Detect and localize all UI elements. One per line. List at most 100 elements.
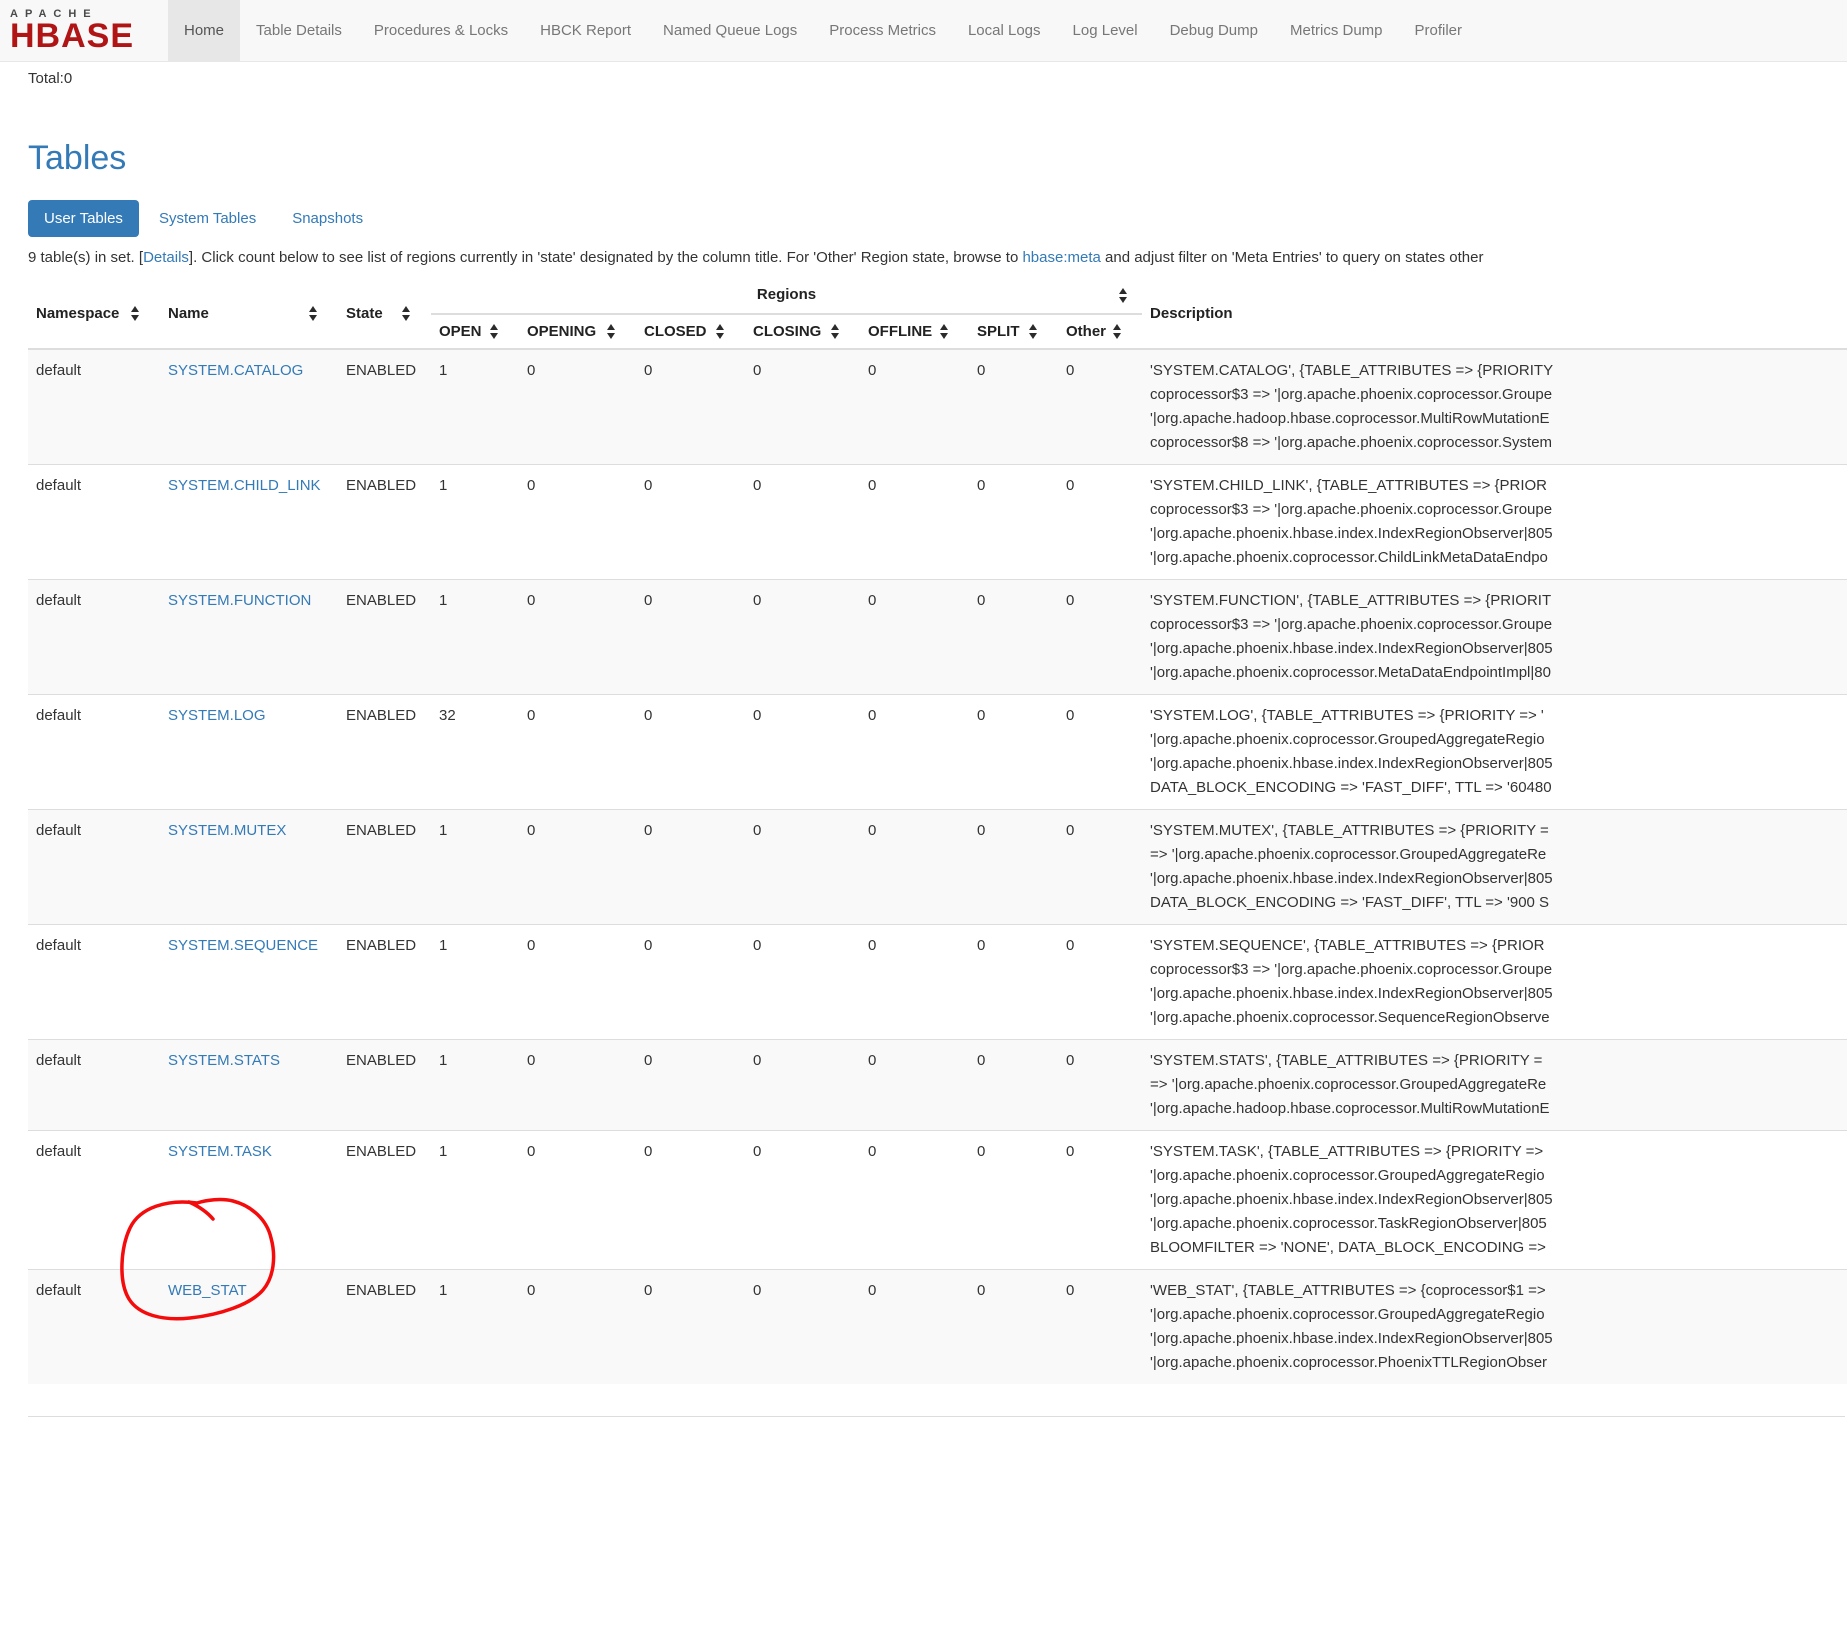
closed-count[interactable]: 0 — [636, 580, 745, 695]
split-count[interactable]: 0 — [969, 465, 1058, 580]
sort-icon[interactable] — [716, 324, 725, 339]
other-count[interactable]: 0 — [1058, 349, 1142, 465]
open-count[interactable]: 1 — [431, 810, 519, 925]
other-count[interactable]: 0 — [1058, 465, 1142, 580]
sort-icon[interactable] — [1113, 324, 1122, 339]
tab-snapshots[interactable]: Snapshots — [276, 200, 379, 237]
sort-icon[interactable] — [1119, 288, 1128, 303]
other-count[interactable]: 0 — [1058, 925, 1142, 1040]
tab-system-tables[interactable]: System Tables — [143, 200, 272, 237]
offline-count[interactable]: 0 — [860, 925, 969, 1040]
closing-count[interactable]: 0 — [745, 695, 860, 810]
nav-item-named-queue-logs[interactable]: Named Queue Logs — [647, 0, 813, 61]
closing-count[interactable]: 0 — [745, 1270, 860, 1385]
nav-item-process-metrics[interactable]: Process Metrics — [813, 0, 952, 61]
table-name-link[interactable]: WEB_STAT — [168, 1282, 247, 1299]
sort-icon[interactable] — [309, 306, 318, 321]
open-count[interactable]: 1 — [431, 1270, 519, 1385]
split-count[interactable]: 0 — [969, 580, 1058, 695]
split-count[interactable]: 0 — [969, 1040, 1058, 1131]
opening-count[interactable]: 0 — [519, 1040, 636, 1131]
table-name-link[interactable]: SYSTEM.FUNCTION — [168, 592, 311, 609]
split-count[interactable]: 0 — [969, 695, 1058, 810]
closed-count[interactable]: 0 — [636, 810, 745, 925]
other-count[interactable]: 0 — [1058, 1270, 1142, 1385]
nav-item-home[interactable]: Home — [168, 0, 240, 61]
other-count[interactable]: 0 — [1058, 695, 1142, 810]
closed-count[interactable]: 0 — [636, 349, 745, 465]
closed-count[interactable]: 0 — [636, 925, 745, 1040]
open-count[interactable]: 1 — [431, 1040, 519, 1131]
sort-icon[interactable] — [490, 324, 499, 339]
offline-count[interactable]: 0 — [860, 1270, 969, 1385]
offline-count[interactable]: 0 — [860, 580, 969, 695]
opening-count[interactable]: 0 — [519, 465, 636, 580]
closing-count[interactable]: 0 — [745, 1040, 860, 1131]
nav-item-procedures-locks[interactable]: Procedures & Locks — [358, 0, 524, 61]
split-count[interactable]: 0 — [969, 925, 1058, 1040]
table-name-link[interactable]: SYSTEM.SEQUENCE — [168, 937, 318, 954]
table-name-link[interactable]: SYSTEM.CHILD_LINK — [168, 477, 321, 494]
open-count[interactable]: 32 — [431, 695, 519, 810]
sort-icon[interactable] — [607, 324, 616, 339]
opening-count[interactable]: 0 — [519, 580, 636, 695]
split-count[interactable]: 0 — [969, 810, 1058, 925]
sort-icon[interactable] — [831, 324, 840, 339]
opening-count[interactable]: 0 — [519, 810, 636, 925]
open-count[interactable]: 1 — [431, 465, 519, 580]
closing-count[interactable]: 0 — [745, 580, 860, 695]
open-count[interactable]: 1 — [431, 349, 519, 465]
nav-item-debug-dump[interactable]: Debug Dump — [1154, 0, 1274, 61]
opening-count[interactable]: 0 — [519, 925, 636, 1040]
table-name-link[interactable]: SYSTEM.LOG — [168, 707, 266, 724]
sort-icon[interactable] — [402, 306, 411, 321]
other-count[interactable]: 0 — [1058, 580, 1142, 695]
opening-count[interactable]: 0 — [519, 695, 636, 810]
open-count[interactable]: 1 — [431, 580, 519, 695]
split-count[interactable]: 0 — [969, 1270, 1058, 1385]
closing-count[interactable]: 0 — [745, 810, 860, 925]
offline-count[interactable]: 0 — [860, 349, 969, 465]
table-name-link[interactable]: SYSTEM.TASK — [168, 1143, 272, 1160]
split-count[interactable]: 0 — [969, 1131, 1058, 1270]
offline-count[interactable]: 0 — [860, 695, 969, 810]
opening-count[interactable]: 0 — [519, 1131, 636, 1270]
table-name-link[interactable]: SYSTEM.CATALOG — [168, 362, 303, 379]
opening-count[interactable]: 0 — [519, 349, 636, 465]
nav-item-metrics-dump[interactable]: Metrics Dump — [1274, 0, 1399, 61]
sort-icon[interactable] — [131, 306, 140, 321]
nav-item-table-details[interactable]: Table Details — [240, 0, 358, 61]
hbase-logo[interactable]: APACHE HBASE — [0, 0, 168, 61]
opening-count[interactable]: 0 — [519, 1270, 636, 1385]
closed-count[interactable]: 0 — [636, 1131, 745, 1270]
nav-item-profiler[interactable]: Profiler — [1399, 0, 1479, 61]
closing-count[interactable]: 0 — [745, 925, 860, 1040]
sort-icon[interactable] — [1029, 324, 1038, 339]
other-count[interactable]: 0 — [1058, 1040, 1142, 1131]
closed-count[interactable]: 0 — [636, 1270, 745, 1385]
closing-count[interactable]: 0 — [745, 1131, 860, 1270]
closed-count[interactable]: 0 — [636, 465, 745, 580]
nav-item-hbck-report[interactable]: HBCK Report — [524, 0, 647, 61]
closed-count[interactable]: 0 — [636, 695, 745, 810]
other-count[interactable]: 0 — [1058, 1131, 1142, 1270]
sort-icon[interactable] — [940, 324, 949, 339]
closed-count[interactable]: 0 — [636, 1040, 745, 1131]
offline-count[interactable]: 0 — [860, 1040, 969, 1131]
nav-item-log-level[interactable]: Log Level — [1057, 0, 1154, 61]
nav-item-local-logs[interactable]: Local Logs — [952, 0, 1057, 61]
offline-count[interactable]: 0 — [860, 810, 969, 925]
closing-count[interactable]: 0 — [745, 349, 860, 465]
hbase-meta-link[interactable]: hbase:meta — [1022, 249, 1100, 266]
table-name-link[interactable]: SYSTEM.STATS — [168, 1052, 280, 1069]
table-name-link[interactable]: SYSTEM.MUTEX — [168, 822, 286, 839]
tab-user-tables[interactable]: User Tables — [28, 200, 139, 237]
offline-count[interactable]: 0 — [860, 465, 969, 580]
offline-count[interactable]: 0 — [860, 1131, 969, 1270]
open-count[interactable]: 1 — [431, 925, 519, 1040]
open-count[interactable]: 1 — [431, 1131, 519, 1270]
details-link[interactable]: Details — [143, 249, 189, 266]
split-count[interactable]: 0 — [969, 349, 1058, 465]
closing-count[interactable]: 0 — [745, 465, 860, 580]
other-count[interactable]: 0 — [1058, 810, 1142, 925]
